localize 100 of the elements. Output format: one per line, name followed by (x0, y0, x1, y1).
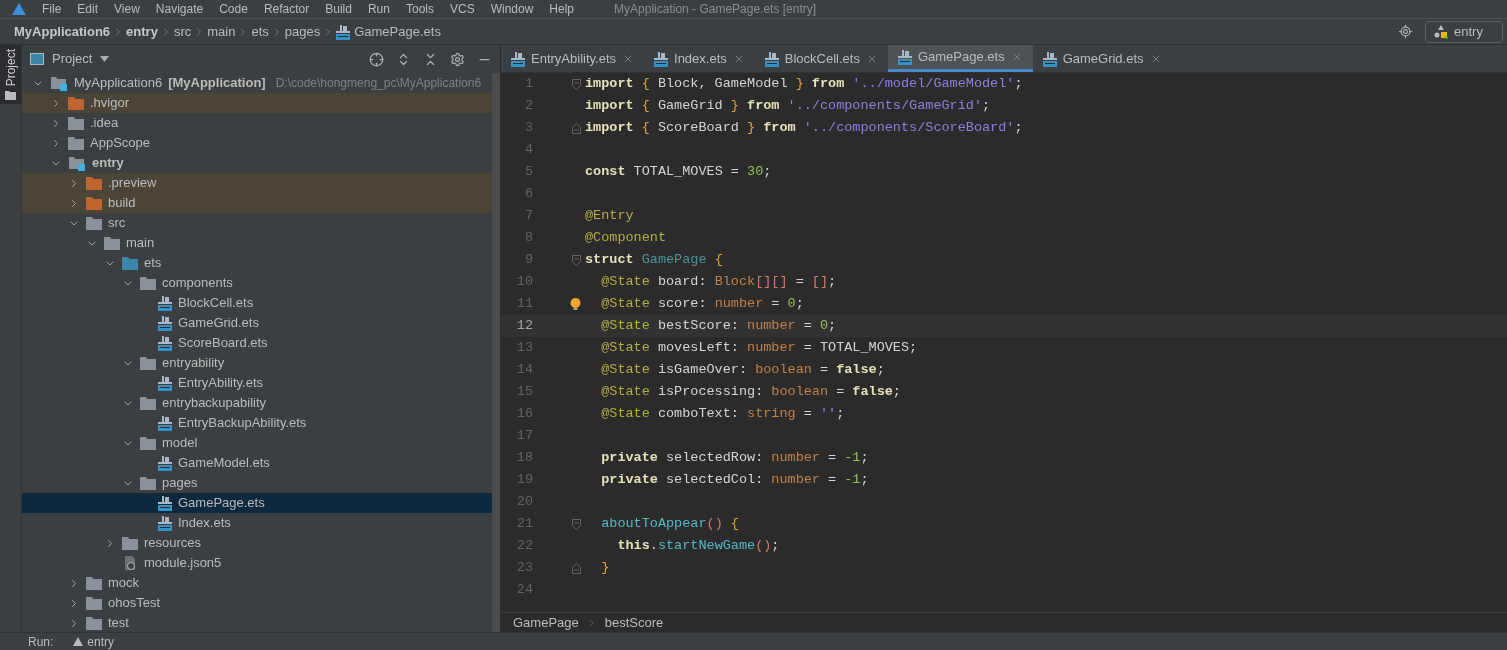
run-config-dropdown[interactable]: entry (1425, 20, 1503, 43)
folder-icon (140, 396, 156, 410)
tree-item[interactable]: entry (22, 153, 492, 173)
code-text: aboutToAppear() { (600, 514, 739, 533)
tree-item[interactable]: mock (22, 573, 492, 593)
tree-item-label: entryability (162, 354, 225, 373)
editor-tab[interactable]: GameGrid.ets (1032, 45, 1172, 72)
tree-item[interactable]: EntryBackupAbility.ets (22, 413, 492, 433)
breadcrumb-item[interactable]: main (205, 21, 238, 42)
tree-item[interactable]: ohosTest (22, 593, 492, 613)
tree-item-label: .preview (108, 174, 157, 193)
ets-file-icon (158, 335, 172, 351)
json-file-icon (122, 555, 138, 571)
tree-item[interactable]: entryability (22, 353, 492, 373)
tree-item[interactable]: EntryAbility.ets (22, 373, 492, 393)
menu-item[interactable]: Help (549, 0, 575, 18)
tree-item[interactable]: BlockCell.ets (22, 293, 492, 313)
menu-item[interactable]: Edit (77, 0, 99, 18)
target-icon[interactable] (1398, 24, 1413, 39)
menu-item[interactable]: Build (325, 0, 352, 18)
breadcrumb-item[interactable]: entry (124, 21, 160, 42)
run-config-tab[interactable]: entry (73, 632, 115, 650)
tree-item[interactable]: .hvigor (22, 93, 492, 113)
line-number: 23 (515, 558, 533, 577)
menu-item[interactable]: File (42, 0, 62, 18)
tree-item[interactable]: .preview (22, 173, 492, 193)
editor-tab[interactable]: Index.ets (644, 45, 755, 72)
breadcrumb-item[interactable]: GamePage (513, 612, 579, 633)
folder-icon (86, 616, 102, 630)
line-number: 11 (515, 294, 533, 313)
tree-item[interactable]: AppScope (22, 133, 492, 153)
editor-tab[interactable]: BlockCell.ets (754, 45, 888, 72)
tree-item[interactable]: entrybackupability (22, 393, 492, 413)
code-text: @State bestScore: number = 0; (600, 316, 837, 335)
ets-file-icon (158, 495, 172, 511)
tree-item-label: build (108, 194, 136, 213)
breadcrumb-item[interactable]: src (171, 21, 194, 42)
fold-marker-icon[interactable] (572, 518, 581, 530)
folder-icon (86, 216, 102, 230)
tree-item[interactable]: GameGrid.ets (22, 313, 492, 333)
code-text: @State isProcessing: boolean = false; (600, 382, 901, 401)
code-text: } (600, 558, 610, 577)
project-tool-tab[interactable]: Project (0, 45, 21, 105)
code-text: @State score: number = 0; (600, 294, 804, 313)
folder-icon (122, 536, 138, 550)
locate-icon[interactable] (369, 51, 384, 67)
menu-item[interactable]: Code (219, 0, 248, 18)
editor-tab[interactable]: EntryAbility.ets (501, 45, 644, 72)
tree-item[interactable]: test (22, 613, 492, 632)
tree-item-label: mock (108, 574, 140, 593)
editor-tab[interactable]: GamePage.ets (887, 45, 1033, 72)
tree-item[interactable]: resources (22, 533, 492, 553)
menu-item[interactable]: Refactor (263, 0, 310, 18)
code-text: const TOTAL_MOVES = 30; (585, 162, 772, 181)
ets-file-icon (158, 415, 172, 431)
fold-marker-icon[interactable] (572, 562, 581, 574)
tree-item[interactable]: module.json5 (22, 553, 492, 573)
breadcrumb-item[interactable]: GamePage.ets (334, 21, 443, 42)
settings-icon[interactable] (450, 51, 465, 67)
tree-item[interactable]: components (22, 273, 492, 293)
breadcrumb-item[interactable]: ets (249, 21, 271, 42)
tree-item[interactable]: main (22, 233, 492, 253)
code-text: import { Block, GameModel } from '../model/GameModel'; (585, 74, 1023, 93)
tree-item[interactable]: pages (22, 473, 492, 493)
project-view-dropdown[interactable]: Project (30, 49, 110, 69)
tree-item[interactable]: Index.ets (22, 513, 492, 533)
tree-item-label: ets (144, 254, 162, 273)
code-text: struct GamePage { (585, 250, 723, 269)
tree-item-label: resources (144, 534, 202, 553)
breadcrumb-item[interactable]: pages (282, 21, 323, 42)
menu-item[interactable]: VCS (449, 0, 475, 18)
menu-item[interactable]: View (114, 0, 140, 18)
line-number: 18 (515, 448, 533, 467)
menu-item[interactable]: Navigate (155, 0, 204, 18)
tree-item[interactable]: ScoreBoard.ets (22, 333, 492, 353)
tree-item[interactable]: GamePage.ets (22, 493, 492, 513)
line-number: 4 (523, 140, 533, 159)
breadcrumb-item[interactable]: MyApplication6 (12, 21, 113, 42)
menu-item[interactable]: Tools (405, 0, 434, 18)
tree-item[interactable]: ets (22, 253, 492, 273)
menu-item[interactable]: Window (490, 0, 534, 18)
menu-item[interactable]: Run (367, 0, 390, 18)
tree-item[interactable]: src (22, 213, 492, 233)
tree-item[interactable]: build (22, 193, 492, 213)
tree-item-label: ohosTest (108, 594, 161, 613)
tree-item[interactable]: model (22, 433, 492, 453)
tree-item[interactable]: .idea (22, 113, 492, 133)
scrollbar[interactable] (492, 73, 500, 632)
ets-file-icon (764, 50, 779, 67)
fold-marker-icon[interactable] (572, 254, 581, 266)
fold-marker-icon[interactable] (572, 78, 581, 90)
lightbulb-icon[interactable] (570, 297, 581, 311)
tree-item[interactable]: MyApplication6 [MyApplication] D:\code\hongmeng_pc\MyApplication6 (22, 73, 492, 93)
line-number: 3 (523, 118, 533, 137)
folder-icon (104, 236, 120, 250)
line-number: 2 (523, 96, 533, 115)
fold-marker-icon[interactable] (572, 122, 581, 134)
breadcrumb-item[interactable]: bestScore (604, 612, 664, 633)
tree-item-label: BlockCell.ets (178, 294, 254, 313)
tree-item[interactable]: GameModel.ets (22, 453, 492, 473)
